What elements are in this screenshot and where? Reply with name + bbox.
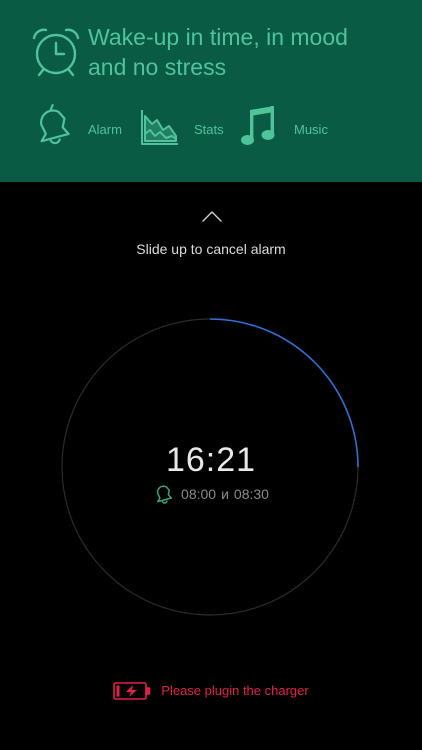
music-note-icon [241, 106, 275, 145]
nav-label-alarm: Alarm [88, 122, 122, 137]
slide-to-cancel[interactable]: Slide up to cancel alarm [0, 206, 422, 264]
nav-item-music[interactable]: Music [238, 104, 338, 156]
alarm-end-time: 08:30 [233, 486, 269, 502]
charger-text: Please plugin the charger [161, 683, 309, 698]
tagline-line-2: and no stress [88, 54, 227, 80]
alarm-clock-icon [32, 28, 80, 77]
current-time: 16:21 [165, 441, 257, 479]
header: Wake-up in time, in mood and no stress A… [0, 0, 422, 182]
nav-item-alarm[interactable]: Alarm [32, 104, 132, 156]
slide-label: Slide up to cancel alarm [136, 241, 286, 257]
tagline: Wake-up in time, in mood and no stress [88, 22, 408, 82]
alarm-window: 08:00 и 08:30 [0, 484, 422, 504]
nav-item-stats[interactable]: Stats [140, 104, 232, 156]
tagline-line-1: Wake-up in time, in mood [88, 24, 348, 50]
nav-label-music: Music [294, 122, 328, 137]
nav-bar: Alarm Stats Music [0, 104, 422, 156]
nav-label-stats: Stats [194, 122, 224, 137]
bell-icon [40, 104, 70, 145]
alarm-joiner: и [221, 486, 229, 502]
charger-warning: Please plugin the charger [0, 680, 422, 702]
chevron-up-icon [202, 211, 222, 222]
alarm-start-time: 08:00 [181, 486, 217, 502]
battery-charging-icon [113, 682, 151, 700]
bell-icon [156, 485, 173, 504]
chart-icon [141, 110, 178, 145]
